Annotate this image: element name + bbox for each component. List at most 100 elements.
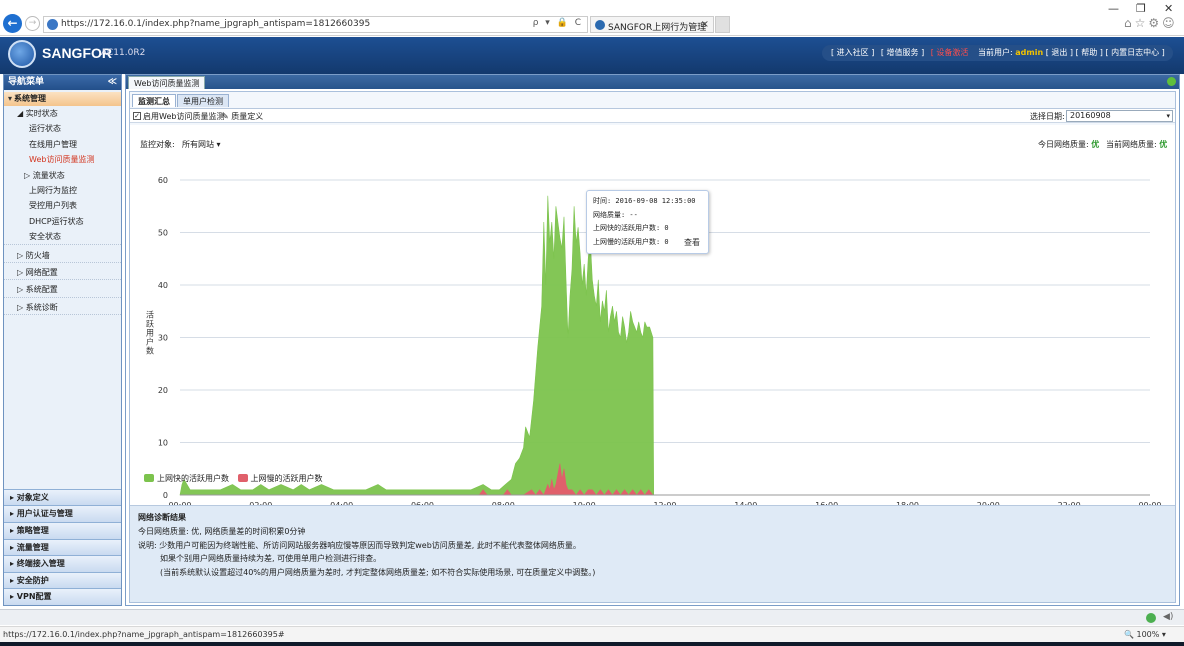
diagnosis-line: 今日网络质量: 优, 网络质量差的时间积累0分钟 [138, 526, 306, 536]
nav-terminal[interactable]: ▸ 终端接入管理 [4, 555, 121, 572]
zoom-level[interactable]: 🔍 100% ▾ [1124, 630, 1166, 639]
expand-icon: ▾ [8, 94, 13, 103]
app-statusbar: ◀) [0, 609, 1184, 625]
nav-policy[interactable]: ▸ 策略管理 [4, 522, 121, 539]
content-panel: 监测汇总 单用户检测 ✓ 启用Web访问质量监测 ✎ 质量定义 选择日期: 20… [129, 91, 1176, 603]
nav-vpn[interactable]: ▸ VPN配置 [4, 588, 121, 605]
chart-svg: 010203040506000:0002:0004:0006:0008:0010… [146, 176, 1162, 505]
address-bar[interactable]: https://172.16.0.1/index.php?name_jpgrap… [43, 16, 588, 33]
address-tools-icon[interactable]: ρ ▾ 🔒 C [533, 18, 583, 28]
community-link[interactable]: [ 进入社区 ] [831, 48, 874, 57]
user-name: admin [1015, 48, 1044, 57]
monitor-select[interactable]: 所有网站 ▾ [182, 139, 221, 150]
sidebar-item-firewall[interactable]: ▷ 防火墙 [4, 248, 121, 263]
browser-statusbar: https://172.16.0.1/index.php?name_jpgrap… [0, 626, 1184, 642]
chevron-down-icon: ▾ [1166, 112, 1170, 120]
device-activate-link[interactable]: [ 设备激活 ] [931, 48, 974, 57]
sidebar: 导航菜单 ≪ ▾ 系统管理 ◢ 实时状态 运行状态 在线用户管理 Web访问质量监… [3, 74, 122, 606]
quality-def-button[interactable]: ✎ 质量定义 [222, 111, 263, 122]
sidebar-item-online-users[interactable]: 在线用户管理 [4, 137, 121, 152]
sidebar-item-traffic[interactable]: ▷ 流量状态 [4, 168, 121, 183]
y-axis-label: 活跃用户数 [146, 310, 154, 356]
main-panel: Web访问质量监测 监测汇总 单用户检测 ✓ 启用Web访问质量监测 ✎ 质量定… [125, 74, 1180, 606]
sidebar-section-system[interactable]: ▾ 系统管理 [4, 92, 121, 106]
tab-summary[interactable]: 监测汇总 [132, 94, 176, 107]
nav-object-def[interactable]: ▸ 对象定义 [4, 488, 121, 506]
y-tick-label: 40 [158, 281, 168, 290]
toolbar: ✓ 启用Web访问质量监测 ✎ 质量定义 选择日期: 20160908 ▾ [130, 108, 1175, 123]
tab-title: SANGFOR上网行为管理 [608, 23, 707, 33]
date-select[interactable]: 20160908 ▾ [1066, 110, 1173, 122]
refresh-icon[interactable] [1167, 77, 1176, 86]
forward-button[interactable]: → [25, 16, 40, 31]
enable-checkbox[interactable]: ✓ [133, 112, 141, 120]
bottom-nav: ▸ 对象定义 ▸ 用户认证与管理 ▸ 策略管理 ▸ 流量管理 ▸ 终端接入管理 … [4, 488, 121, 605]
sidebar-item-network[interactable]: ▷ 网络配置 [4, 265, 121, 281]
version-text: AC11.0R2 [101, 48, 146, 58]
date-label: 选择日期: [1030, 112, 1065, 121]
tooltip-time: 时间: 2016-09-08 12:35:00 [593, 197, 696, 205]
tooltip-view-link[interactable]: 查看 [684, 236, 700, 250]
browser-tab[interactable]: SANGFOR上网行为管理 × [590, 16, 714, 33]
browser-tools-icon[interactable]: ⌂☆⚙☺ [1124, 16, 1178, 30]
minimize-icon[interactable]: — [1108, 2, 1119, 15]
subtabs: 监测汇总 单用户检测 [130, 92, 1175, 108]
now-value: 优 [1159, 140, 1168, 149]
y-tick-label: 60 [158, 176, 168, 185]
diagnosis-panel: 网络诊断结果 今日网络质量: 优, 网络质量差的时间积累0分钟 说明: 少数用户… [130, 505, 1175, 602]
nav-title: 导航菜单 ≪ [4, 75, 121, 90]
restore-icon[interactable]: ❐ [1136, 2, 1146, 15]
diagnosis-line: 如果个别用户网络质量持续为差, 可使用单用户检测进行排查。 [160, 554, 382, 564]
header-links: [ 进入社区 ] [ 增值服务 ] [ 设备激活 ] [822, 45, 984, 61]
legend-slow[interactable]: 上网慢的活跃用户数 [251, 474, 323, 483]
taskbar [0, 642, 1184, 646]
sidebar-item-sysconfig[interactable]: ▷ 系统配置 [4, 282, 121, 298]
sidebar-item-diagnose[interactable]: ▷ 系统诊断 [4, 300, 121, 316]
diagnosis-line: (当前系统默认设置超过40%的用户网络质量为差时, 才判定整体网络质量差; 如不… [160, 568, 596, 578]
diagnosis-title: 网络诊断结果 [138, 513, 186, 522]
site-icon [47, 19, 58, 30]
nav-security[interactable]: ▸ 安全防护 [4, 571, 121, 589]
new-tab-button[interactable] [715, 16, 730, 33]
main-tabbar: Web访问质量监测 [126, 75, 1179, 89]
user-links[interactable]: [ 退出 ] [ 帮助 ] [ 内置日志中心 ] [1046, 48, 1165, 57]
value-service-link[interactable]: [ 增值服务 ] [881, 48, 924, 57]
nav-user-auth[interactable]: ▸ 用户认证与管理 [4, 505, 121, 523]
today-quality: 今日网络质量: 优 [1038, 139, 1099, 150]
monitor-label: 监控对象: [140, 140, 175, 149]
today-label: 今日网络质量: [1038, 140, 1089, 149]
chart-area: 010203040506000:0002:0004:0006:0008:0010… [130, 125, 1175, 505]
sidebar-item-running[interactable]: 运行状态 [4, 121, 121, 136]
tab-single-user[interactable]: 单用户检测 [177, 94, 229, 107]
tab-close-icon[interactable]: × [701, 19, 709, 30]
address-text[interactable]: https://172.16.0.1/index.php?name_jpgrap… [61, 19, 370, 29]
tooltip-fast: 上网快的活跃用户数: 0 [593, 224, 669, 232]
tab-web-quality[interactable]: Web访问质量监测 [128, 76, 206, 89]
collapse-icon[interactable]: ≪ [108, 75, 117, 90]
sidebar-item-dhcp[interactable]: DHCP运行状态 [4, 214, 121, 229]
tooltip-quality: 网络质量: -- [593, 210, 638, 219]
legend-fast[interactable]: 上网快的活跃用户数 [157, 474, 229, 483]
now-label: 当前网络质量: [1106, 140, 1157, 149]
sidebar-item-controlled[interactable]: 受控用户列表 [4, 198, 121, 213]
back-button[interactable]: ← [3, 14, 22, 33]
status-url: https://172.16.0.1/index.php?name_jpgrap… [3, 630, 285, 639]
y-tick-label: 30 [158, 334, 168, 343]
date-value: 20160908 [1070, 111, 1111, 120]
tab-favicon-icon [595, 20, 605, 30]
app-header: SANGFOR AC11.0R2 [ 进入社区 ] [ 增值服务 ] [ 设备激… [0, 37, 1184, 74]
y-tick-label: 10 [158, 439, 168, 448]
current-quality: 当前网络质量: 优 [1106, 139, 1167, 150]
window-close-icon[interactable]: ✕ [1164, 2, 1173, 15]
nav-traffic[interactable]: ▸ 流量管理 [4, 538, 121, 556]
sidebar-item-security[interactable]: 安全状态 [4, 229, 121, 245]
user-label: 当前用户: [978, 48, 1013, 57]
sidebar-item-behavior[interactable]: 上网行为监控 [4, 183, 121, 198]
sidebar-item-realtime[interactable]: ◢ 实时状态 [4, 106, 121, 121]
y-tick-label: 20 [158, 386, 168, 395]
sidebar-item-web-quality[interactable]: Web访问质量监测 [4, 152, 121, 167]
y-tick-label: 50 [158, 229, 168, 238]
enable-label[interactable]: 启用Web访问质量监测 [143, 111, 224, 122]
sound-icon[interactable]: ◀) [1163, 612, 1173, 622]
section-label: 系统管理 [14, 94, 47, 103]
